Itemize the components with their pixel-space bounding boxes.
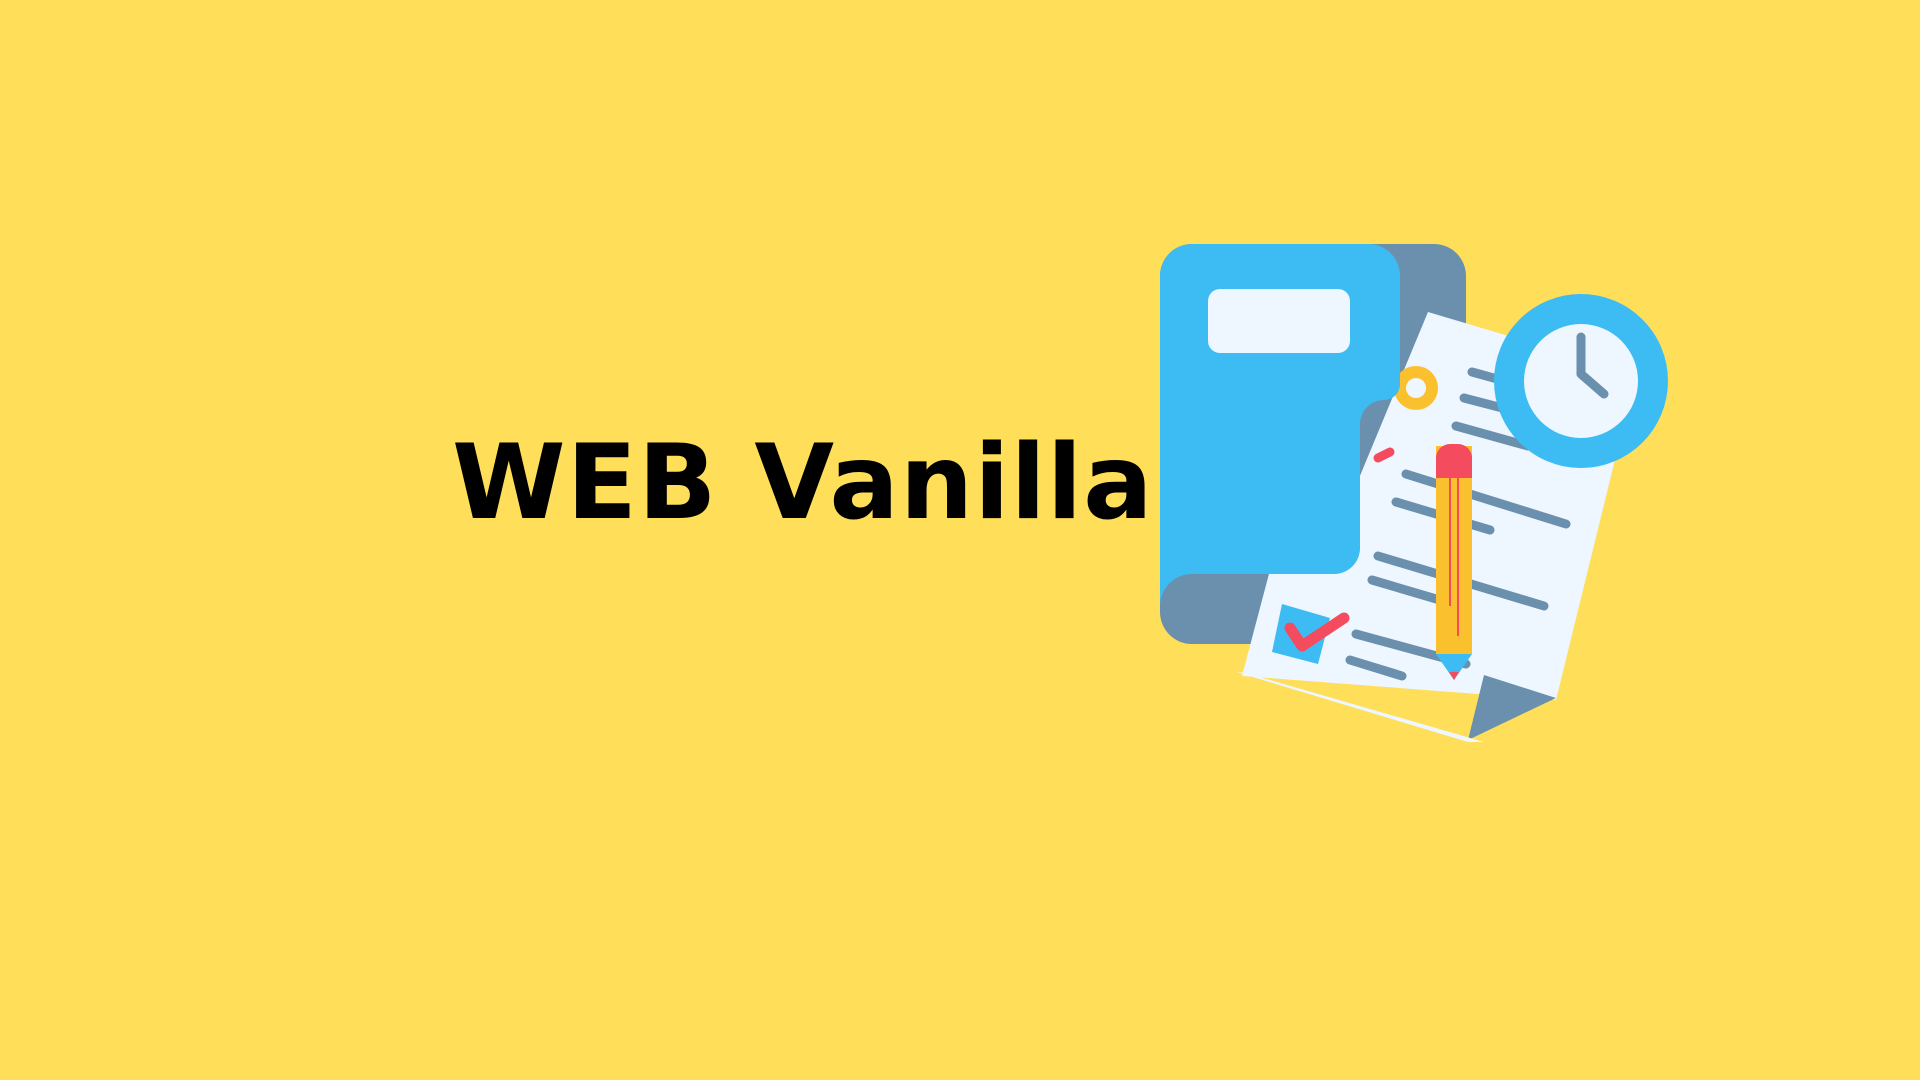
banner: WEB Vanilla: [0, 0, 1920, 1080]
page-title: WEB Vanilla: [452, 423, 1154, 543]
gear-icon: [1394, 366, 1438, 410]
pencil-icon: [1436, 444, 1472, 680]
illustration: [1150, 235, 1680, 745]
clock-icon: [1494, 294, 1668, 468]
